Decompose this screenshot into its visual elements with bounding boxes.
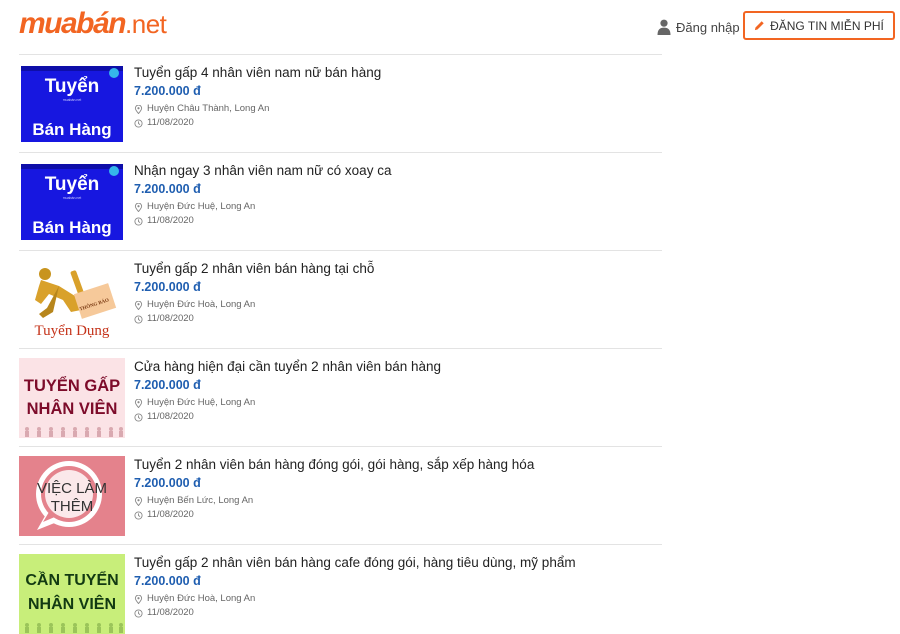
- listing-date: 11/08/2020: [134, 410, 654, 424]
- thumb-line2: NHÂN VIÊN: [27, 399, 118, 418]
- map-pin-icon: [134, 104, 143, 114]
- listing-date: 11/08/2020: [134, 508, 654, 522]
- thumb-line1: Tuyển: [45, 76, 100, 97]
- clock-icon: [134, 608, 143, 618]
- listing-title[interactable]: Tuyển gấp 2 nhân viên bán hàng tại chỗ: [134, 260, 654, 277]
- thumb-line1: CẦN TUYỂN: [25, 570, 118, 589]
- thumb-line2: Tuyển Dụng: [35, 323, 110, 339]
- listing-thumbnail[interactable]: VIỆC LÀM THÊM: [19, 456, 125, 536]
- job-listing: Tuyển muabán.net Bán Hàng Tuyển gấp 4 nh…: [19, 54, 662, 634]
- clock-icon: [134, 412, 143, 422]
- thumb-line2: NHÂN VIÊN: [28, 594, 116, 613]
- thumb-line1: Tuyển: [45, 174, 100, 195]
- listing-date: 11/08/2020: [134, 214, 654, 228]
- listing-location: Huyện Đức Hoà, Long An: [134, 592, 654, 606]
- location-text: Huyện Đức Huệ, Long An: [147, 397, 256, 408]
- date-text: 11/08/2020: [147, 509, 194, 520]
- thumb-line1: TUYỂN GẤP: [24, 376, 120, 395]
- site-logo[interactable]: muabán.net: [19, 7, 167, 41]
- site-header: muabán.net Đăng nhập ĐĂNG TIN MIỄN PHÍ: [0, 0, 900, 54]
- location-text: Huyện Đức Hoà, Long An: [147, 299, 256, 310]
- listing-price: 7.200.000 đ: [134, 574, 201, 588]
- listing-location: Huyện Đức Huệ, Long An: [134, 200, 654, 214]
- thumb-line2: Bán Hàng: [32, 120, 111, 139]
- listing-title[interactable]: Cửa hàng hiện đại cần tuyển 2 nhân viên …: [134, 358, 654, 375]
- listing-price: 7.200.000 đ: [134, 378, 201, 392]
- date-text: 11/08/2020: [147, 215, 194, 226]
- listing-date: 11/08/2020: [134, 312, 654, 326]
- listing-title[interactable]: Tuyển 2 nhân viên bán hàng đóng gói, gói…: [134, 456, 654, 473]
- listing-title[interactable]: Nhận ngay 3 nhân viên nam nữ có xoay ca: [134, 162, 654, 179]
- logo-tld: .net: [125, 9, 167, 39]
- clock-icon: [134, 118, 143, 128]
- listing-title[interactable]: Tuyển gấp 4 nhân viên nam nữ bán hàng: [134, 64, 654, 81]
- list-item[interactable]: CẦN TUYỂN NHÂN VIÊN Tuyển gấp 2 nhân viê…: [19, 544, 662, 634]
- date-text: 11/08/2020: [147, 313, 194, 324]
- listing-thumbnail[interactable]: TUYỂN GẤP NHÂN VIÊN: [19, 358, 125, 438]
- map-pin-icon: [134, 496, 143, 506]
- map-pin-icon: [134, 398, 143, 408]
- listing-thumbnail[interactable]: THÔNG BÁO Tuyển Dụng: [19, 260, 125, 340]
- thumb-brand: muabán.net: [63, 98, 82, 102]
- clock-icon: [134, 216, 143, 226]
- map-pin-icon: [134, 300, 143, 310]
- listing-title[interactable]: Tuyển gấp 2 nhân viên bán hàng cafe đóng…: [134, 554, 654, 571]
- listing-thumbnail[interactable]: CẦN TUYỂN NHÂN VIÊN: [19, 554, 125, 634]
- listing-thumbnail[interactable]: Tuyển muabán.net Bán Hàng: [19, 64, 125, 144]
- listing-price: 7.200.000 đ: [134, 476, 201, 490]
- thumb-line2: Bán Hàng: [32, 218, 111, 237]
- listing-location: Huyện Bến Lức, Long An: [134, 494, 654, 508]
- clock-icon: [134, 510, 143, 520]
- list-item[interactable]: VIỆC LÀM THÊM Tuyển 2 nhân viên bán hàng…: [19, 446, 662, 544]
- listing-date: 11/08/2020: [134, 606, 654, 620]
- post-button-label: ĐĂNG TIN MIỄN PHÍ: [770, 18, 884, 33]
- location-text: Huyện Đức Huệ, Long An: [147, 201, 256, 212]
- listing-price: 7.200.000 đ: [134, 182, 201, 196]
- list-item[interactable]: THÔNG BÁO Tuyển Dụng Tuyển gấp 2 nhân vi…: [19, 250, 662, 348]
- thumb-line2: THÊM: [51, 498, 94, 515]
- user-icon: [657, 19, 671, 35]
- login-label: Đăng nhập: [676, 19, 740, 35]
- location-text: Huyện Bến Lức, Long An: [147, 495, 254, 506]
- date-text: 11/08/2020: [147, 117, 194, 128]
- list-item[interactable]: Tuyển muabán.net Bán Hàng Nhận ngay 3 nh…: [19, 152, 662, 250]
- date-text: 11/08/2020: [147, 607, 194, 618]
- location-text: Huyện Đức Hoà, Long An: [147, 593, 256, 604]
- list-item[interactable]: Tuyển muabán.net Bán Hàng Tuyển gấp 4 nh…: [19, 54, 662, 152]
- thumb-line1: VIỆC LÀM: [37, 480, 107, 497]
- listing-location: Huyện Đức Huệ, Long An: [134, 396, 654, 410]
- location-text: Huyện Châu Thành, Long An: [147, 103, 270, 114]
- map-pin-icon: [134, 202, 143, 212]
- listing-price: 7.200.000 đ: [134, 280, 201, 294]
- listing-thumbnail[interactable]: Tuyển muabán.net Bán Hàng: [19, 162, 125, 242]
- pencil-icon: [755, 21, 764, 31]
- login-link[interactable]: Đăng nhập: [657, 17, 740, 37]
- date-text: 11/08/2020: [147, 411, 194, 422]
- thumb-brand: muabán.net: [63, 196, 82, 200]
- post-free-ad-button[interactable]: ĐĂNG TIN MIỄN PHÍ: [743, 11, 895, 40]
- logo-brand: muabán: [19, 7, 127, 40]
- clock-icon: [134, 314, 143, 324]
- list-item[interactable]: TUYỂN GẤP NHÂN VIÊN Cửa hàng hiện đại cầ…: [19, 348, 662, 446]
- map-pin-icon: [134, 594, 143, 604]
- listing-location: Huyện Đức Hoà, Long An: [134, 298, 654, 312]
- listing-location: Huyện Châu Thành, Long An: [134, 102, 654, 116]
- listing-price: 7.200.000 đ: [134, 84, 201, 98]
- listing-date: 11/08/2020: [134, 116, 654, 130]
